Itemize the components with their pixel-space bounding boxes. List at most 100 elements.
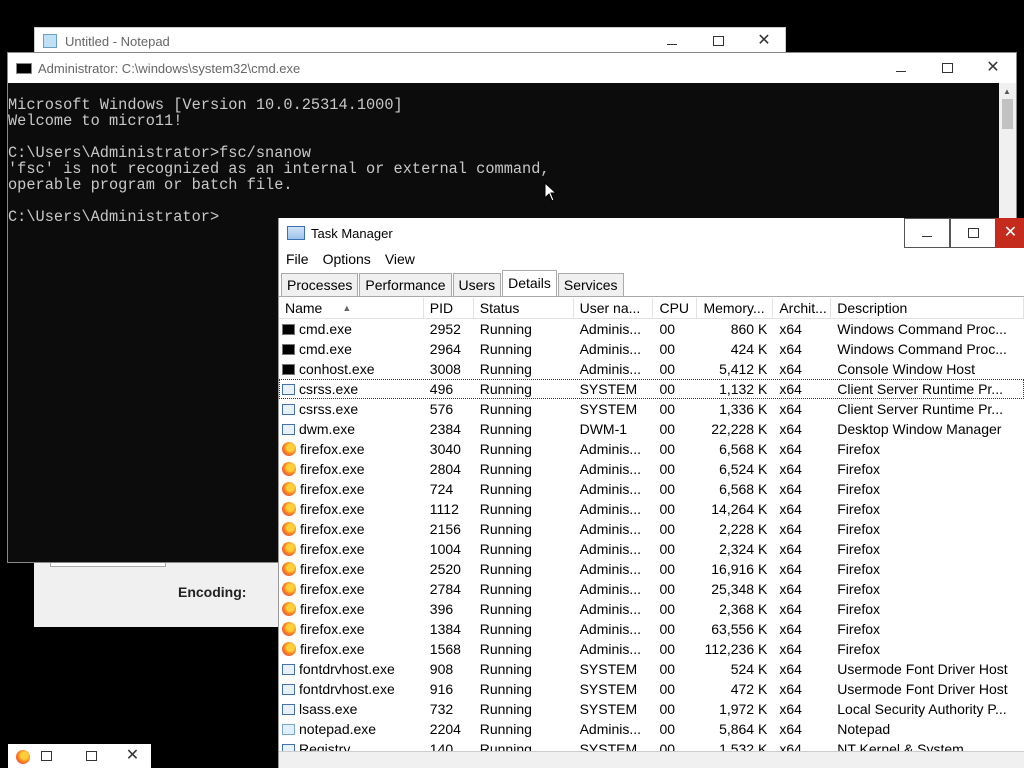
notepad-minimize-button[interactable] [649,28,695,54]
process-user-cell: Adminis... [579,441,642,457]
console-output[interactable]: Microsoft Windows [Version 10.0.25314.10… [8,97,550,225]
minimized-firefox-window[interactable]: ✕ [8,744,151,768]
table-row[interactable]: firefox.exe 396 Running Adminis... 00 2,368 K… [279,599,1024,619]
table-row[interactable]: firefox.exe 1384 Running Adminis... 00 63,556… [279,619,1024,639]
menu-file[interactable]: File [286,251,309,267]
process-mem-cell: 860 K [730,321,768,337]
table-row[interactable]: cmd.exe 2964 Running Adminis... 00 424 K x64 Wi… [279,339,1024,359]
firefox-icon [282,622,296,636]
tm-minimize-button[interactable] [904,218,950,248]
table-row[interactable]: firefox.exe 3040 Running Adminis... 00 6,568 … [279,439,1024,459]
cmd-maximize-button[interactable] [924,53,970,83]
scroll-up-arrow-icon[interactable]: ▲ [1003,87,1011,96]
tab-details[interactable]: Details [502,270,557,296]
table-row[interactable]: firefox.exe 2804 Running Adminis... 00 6,524 … [279,459,1024,479]
process-status-cell: Running [479,681,532,697]
table-row[interactable]: csrss.exe 576 Running SYSTEM 00 1,336 K x64 Cli… [279,399,1024,419]
task-manager-window[interactable]: Task Manager ✕ File Options View Process… [278,218,1024,768]
task-manager-icon [287,226,305,240]
table-row[interactable]: fontdrvhost.exe 908 Running SYSTEM 00 524 K x6… [279,659,1024,679]
process-pid-cell: 3008 [429,361,461,377]
process-pid-cell: 3040 [429,441,461,457]
process-desc-cell: Notepad [837,721,891,737]
table-row[interactable]: firefox.exe 2156 Running Adminis... 00 2,228 … [279,519,1024,539]
table-row[interactable]: firefox.exe 2784 Running Adminis... 00 25,348… [279,579,1024,599]
mini-close-button[interactable]: ✕ [114,744,151,768]
tm-close-button[interactable]: ✕ [996,218,1024,248]
process-pid-cell: 732 [429,701,454,717]
tm-maximize-button[interactable] [950,218,996,248]
console-line: C:\Users\Administrator>fsc/snanow [8,144,311,162]
tab-services[interactable]: Services [557,273,624,296]
process-name: notepad.exe [299,721,377,737]
column-header-description[interactable]: Description [831,298,1024,318]
column-header-memory[interactable]: Memory... [697,298,774,318]
process-cpu-cell: 00 [659,501,676,517]
process-name: csrss.exe [299,401,359,417]
process-arch-cell: x64 [779,501,802,517]
table-row[interactable]: notepad.exe 2204 Running Adminis... 00 5,864 … [279,719,1024,739]
column-header-pid[interactable]: PID [424,298,474,318]
scroll-thumb[interactable] [1002,99,1013,129]
table-row[interactable]: dwm.exe 2384 Running DWM-1 00 22,228 K x64 Desk… [279,419,1024,439]
column-header-name[interactable]: Name ▲ [279,298,424,318]
table-row[interactable]: firefox.exe 1568 Running Adminis... 00 112,23… [279,639,1024,659]
column-header-status[interactable]: Status [474,298,574,318]
mini-maximize-button[interactable] [68,744,114,768]
process-status-cell: Running [479,601,532,617]
cmd-titlebar[interactable]: Administrator: C:\windows\system32\cmd.e… [8,53,1016,83]
menu-options[interactable]: Options [323,251,371,267]
tm-titlebar[interactable]: Task Manager ✕ [279,218,1024,248]
process-pid-cell: 2520 [429,561,461,577]
process-desc-cell: Firefox [837,581,881,597]
process-pid-cell: 908 [429,661,454,677]
column-header-cpu[interactable]: CPU [653,298,698,318]
process-mem-cell: 6,568 K [719,441,768,457]
table-row[interactable]: fontdrvhost.exe 916 Running SYSTEM 00 472 K x6… [279,679,1024,699]
process-desc-cell: Desktop Window Manager [837,421,1002,437]
process-name: firefox.exe [300,561,365,577]
process-pid-cell: 576 [429,401,454,417]
notepad-icon [282,723,295,735]
process-name-cell: cmd.exe [279,341,424,357]
process-status-cell: Running [479,461,532,477]
process-name: fontdrvhost.exe [299,661,395,677]
process-user-cell: Adminis... [579,561,642,577]
table-row[interactable]: firefox.exe 724 Running Adminis... 00 6,568 K… [279,479,1024,499]
process-name-cell: csrss.exe [279,381,424,397]
table-row[interactable]: lsass.exe 732 Running SYSTEM 00 1,972 K x64 Loc… [279,699,1024,719]
table-row[interactable]: cmd.exe 2952 Running Adminis... 00 860 K x64 Wi… [279,319,1024,339]
notepad-titlebar[interactable]: Untitled - Notepad ✕ [34,27,786,55]
tab-performance[interactable]: Performance [359,273,452,296]
process-arch-cell: x64 [779,381,802,397]
mini-restore-button[interactable] [36,744,56,768]
process-user-cell: Adminis... [579,541,642,557]
process-arch-cell: x64 [779,581,802,597]
process-mem-cell: 1,132 K [719,381,768,397]
menu-view[interactable]: View [385,251,415,267]
process-mem-cell: 2,324 K [719,541,768,557]
minimize-icon [896,70,906,72]
firefox-icon [282,502,296,516]
process-user-cell: SYSTEM [579,661,638,677]
process-mem-cell: 2,228 K [719,521,768,537]
firefox-icon [282,522,296,536]
cmd-minimize-button[interactable] [878,53,924,83]
notepad-close-button[interactable]: ✕ [741,28,787,54]
tab-users[interactable]: Users [452,273,502,296]
table-row[interactable]: conhost.exe 3008 Running Adminis... 00 5,412 … [279,359,1024,379]
column-header-architecture[interactable]: Archit... [773,298,832,318]
table-row[interactable]: firefox.exe 1112 Running Adminis... 00 14,264… [279,499,1024,519]
table-row[interactable]: firefox.exe 2520 Running Adminis... 00 16,916… [279,559,1024,579]
table-row[interactable]: csrss.exe 496 Running SYSTEM 00 1,132 K x64 Cli… [279,379,1024,399]
cmd-close-button[interactable]: ✕ [970,53,1016,83]
process-name: cmd.exe [299,321,352,337]
process-name: fontdrvhost.exe [299,681,395,697]
console-line: operable program or batch file. [8,176,293,194]
column-header-user[interactable]: User na... [574,298,654,318]
tab-processes[interactable]: Processes [281,273,359,296]
notepad-maximize-button[interactable] [695,28,741,54]
table-row[interactable]: firefox.exe 1004 Running Adminis... 00 2,324 … [279,539,1024,559]
process-name-cell: firefox.exe [279,501,424,517]
